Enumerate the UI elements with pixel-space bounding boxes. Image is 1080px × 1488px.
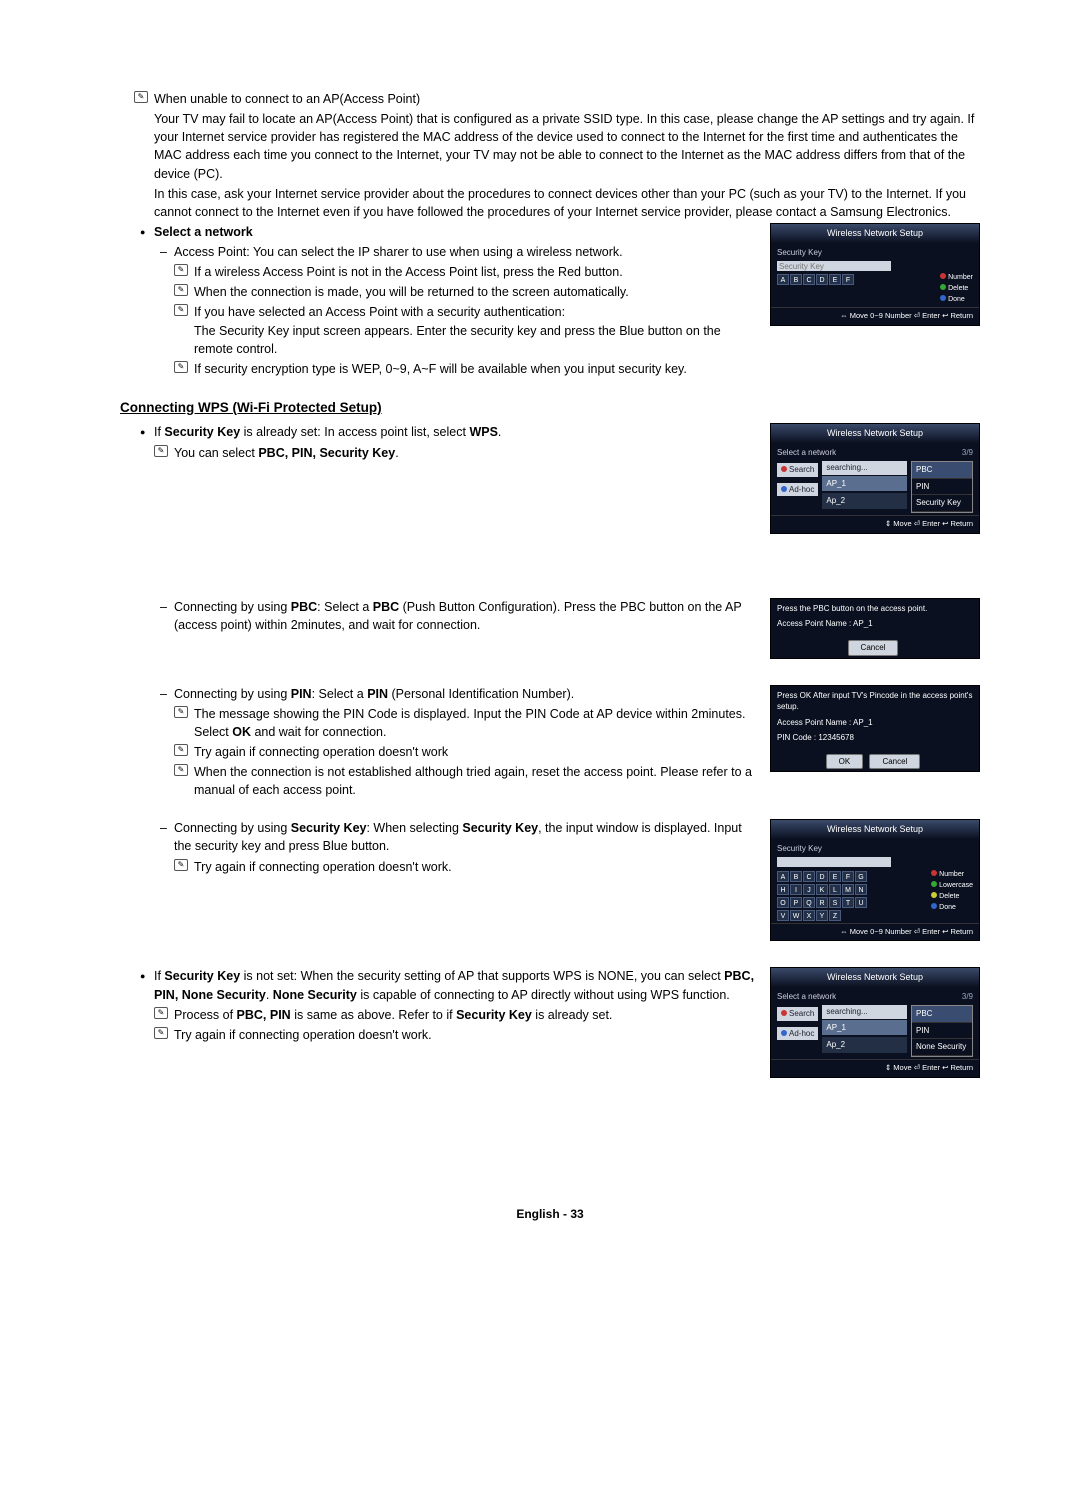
wps-heading: Connecting WPS (Wi-Fi Protected Setup)	[120, 398, 980, 418]
note-icon: ✎	[174, 706, 188, 718]
cancel-button[interactable]: Cancel	[848, 640, 899, 656]
panel-footer: ⇕ Move ⏎ Enter ↩ Return	[771, 515, 979, 533]
pin-dash: Connecting by using PIN: Select a PIN (P…	[120, 685, 980, 703]
access-point-dash: Access Point: You can select the IP shar…	[120, 243, 980, 261]
side-actions[interactable]: Search Ad-hoc	[777, 463, 818, 513]
sk-dash: Connecting by using Security Key: When s…	[120, 819, 980, 855]
pin-note-2: ✎Try again if connecting operation doesn…	[120, 743, 980, 761]
intro-para-1: Your TV may fail to locate an AP(Access …	[120, 110, 980, 183]
note-wep: ✎If security encryption type is WEP, 0~9…	[120, 360, 980, 378]
if-seckey-not-set: If Security Key is not set: When the sec…	[120, 967, 980, 1003]
select-network-bullet: Select a network	[120, 223, 980, 241]
page-footer: English - 33	[120, 1206, 980, 1223]
note-icon: ✎	[174, 304, 188, 316]
note-icon: ✎	[154, 1027, 168, 1039]
alpha-keyboard[interactable]: ABCDEFG HIJKLMN OPQRSTU VWXYZ	[777, 869, 867, 921]
wps-options[interactable]: PBC PIN Security Key	[911, 461, 973, 513]
note-icon: ✎	[174, 744, 188, 756]
note-icon: ✎	[174, 284, 188, 296]
note-auto-return: ✎When the connection is made, you will b…	[120, 283, 980, 301]
note-icon: ✎	[154, 445, 168, 457]
note-icon: ✎	[174, 361, 188, 373]
note-icon: ✎	[174, 264, 188, 276]
note-icon: ✎	[174, 764, 188, 776]
pin-note-1: ✎The message showing the PIN Code is dis…	[120, 705, 980, 741]
page-content: ✎ When unable to connect to an AP(Access…	[120, 90, 980, 1086]
intro-para-2: In this case, ask your Internet service …	[120, 185, 980, 221]
note-select-pbc-pin-sk: ✎ You can select PBC, PIN, Security Key.	[120, 444, 980, 462]
sk-note-1: ✎Try again if connecting operation doesn…	[120, 858, 980, 876]
pin-note-3: ✎When the connection is not established …	[120, 763, 980, 799]
note-icon: ✎	[134, 91, 148, 103]
ns-note-2: ✎ Try again if connecting operation does…	[120, 1026, 980, 1044]
panel-footer: ⇕ Move ⏎ Enter ↩ Return	[771, 1059, 979, 1077]
pbc-dash: Connecting by using PBC: Select a PBC (P…	[120, 598, 980, 634]
note-icon: ✎	[154, 1007, 168, 1019]
ns-note-1: ✎ Process of PBC, PIN is same as above. …	[120, 1006, 980, 1024]
note-red-button: ✎If a wireless Access Point is not in th…	[120, 263, 980, 281]
ap-list[interactable]: searching... AP_1 Ap_2	[822, 461, 907, 513]
panel-footer: ⇔ Move 0~9 Number ⏎ Enter ↩ Return	[771, 923, 979, 941]
if-seckey-set: If Security Key is already set: In acces…	[120, 423, 980, 441]
note-icon: ✎	[174, 859, 188, 871]
note-unable-connect: ✎ When unable to connect to an AP(Access…	[120, 90, 980, 108]
note-security-auth: ✎If you have selected an Access Point wi…	[120, 303, 980, 357]
note-text: When unable to connect to an AP(Access P…	[154, 92, 420, 106]
